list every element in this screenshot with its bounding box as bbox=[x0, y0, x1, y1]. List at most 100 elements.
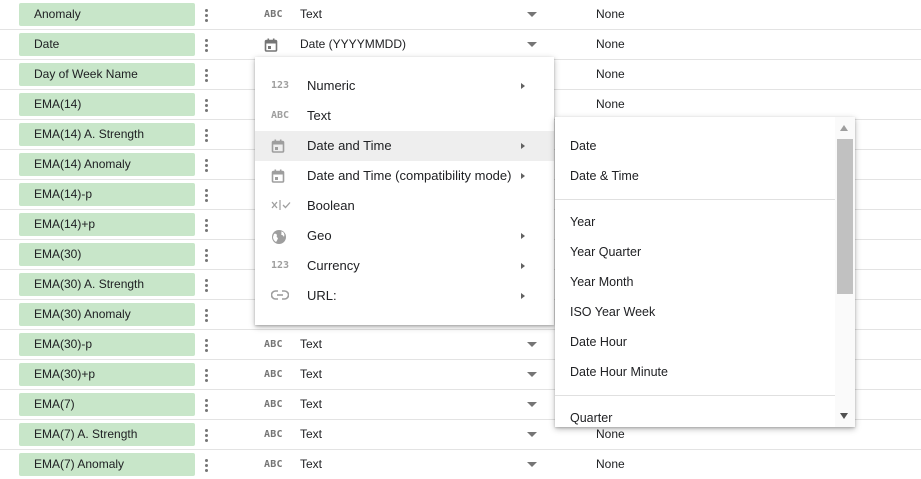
chevron-down-icon[interactable] bbox=[527, 12, 537, 17]
more-vert-icon[interactable] bbox=[199, 155, 213, 175]
more-vert-icon[interactable] bbox=[199, 65, 213, 85]
table-row: Date Date (YYYYMMDD) None bbox=[0, 30, 921, 60]
menu-item-geo[interactable]: Geo bbox=[255, 221, 554, 251]
more-vert-icon[interactable] bbox=[199, 215, 213, 235]
date-format-option[interactable]: Date Hour Minute bbox=[555, 357, 835, 387]
chevron-down-icon[interactable] bbox=[527, 342, 537, 347]
field-type-label[interactable]: Text bbox=[300, 450, 322, 479]
more-vert-icon[interactable] bbox=[199, 455, 213, 475]
submenu-arrow-icon bbox=[521, 293, 525, 299]
field-name-chip[interactable]: EMA(14)-p bbox=[19, 183, 195, 206]
field-type-label[interactable]: Text bbox=[300, 330, 322, 359]
field-name-chip[interactable]: EMA(30) A. Strength bbox=[19, 273, 195, 296]
field-name-chip[interactable]: EMA(7) A. Strength bbox=[19, 423, 195, 446]
menu-divider bbox=[555, 395, 835, 396]
table-row: EMA(7) Anomaly ABC Text None bbox=[0, 450, 921, 479]
field-name-chip[interactable]: EMA(30) bbox=[19, 243, 195, 266]
aggregation-value[interactable]: None bbox=[596, 450, 625, 479]
submenu-scrollbar[interactable] bbox=[835, 117, 855, 427]
menu-item-label: URL: bbox=[307, 288, 337, 303]
date-format-option[interactable]: Year Quarter bbox=[555, 237, 835, 267]
date-format-option[interactable]: Date Hour bbox=[555, 327, 835, 357]
date-format-option[interactable]: Date bbox=[555, 131, 835, 161]
field-type-label[interactable]: Text bbox=[300, 390, 322, 419]
more-vert-icon[interactable] bbox=[199, 395, 213, 415]
scroll-up-icon[interactable] bbox=[840, 125, 848, 131]
link-icon bbox=[271, 289, 293, 303]
field-name-chip[interactable]: Date bbox=[19, 33, 195, 56]
more-vert-icon[interactable] bbox=[199, 335, 213, 355]
calendar-icon bbox=[271, 139, 293, 153]
chevron-down-icon[interactable] bbox=[527, 42, 537, 47]
date-format-list: Date Date & Time Year Year Quarter Year Mont… bbox=[555, 131, 835, 427]
abc-icon: ABC bbox=[264, 429, 283, 440]
menu-divider bbox=[555, 199, 835, 200]
menu-item-label: Boolean bbox=[307, 198, 355, 213]
date-format-option[interactable]: ISO Year Week bbox=[555, 297, 835, 327]
chevron-down-icon[interactable] bbox=[527, 462, 537, 467]
more-vert-icon[interactable] bbox=[199, 365, 213, 385]
aggregation-value[interactable]: None bbox=[596, 90, 625, 119]
field-name-chip[interactable]: EMA(7) bbox=[19, 393, 195, 416]
menu-item-numeric[interactable]: 123 Numeric bbox=[255, 71, 554, 101]
more-vert-icon[interactable] bbox=[199, 35, 213, 55]
field-type-label[interactable]: Text bbox=[300, 420, 322, 449]
submenu-arrow-icon bbox=[521, 83, 525, 89]
menu-item-currency[interactable]: 123 Currency bbox=[255, 251, 554, 281]
field-name-chip[interactable]: EMA(7) Anomaly bbox=[19, 453, 195, 476]
submenu-arrow-icon bbox=[521, 173, 525, 179]
more-vert-icon[interactable] bbox=[199, 425, 213, 445]
aggregation-value[interactable]: None bbox=[596, 30, 625, 59]
menu-item-label: Date and Time (compatibility mode) bbox=[307, 168, 512, 183]
chevron-down-icon[interactable] bbox=[527, 432, 537, 437]
date-format-option[interactable]: Quarter bbox=[555, 403, 835, 427]
field-type-label[interactable]: Text bbox=[300, 360, 322, 389]
field-name-chip[interactable]: EMA(14) Anomaly bbox=[19, 153, 195, 176]
field-name-chip[interactable]: EMA(30)-p bbox=[19, 333, 195, 356]
field-name-chip[interactable]: EMA(14) A. Strength bbox=[19, 123, 195, 146]
globe-icon bbox=[271, 229, 293, 244]
menu-item-label: Currency bbox=[307, 258, 360, 273]
menu-item-date-and-time[interactable]: Date and Time bbox=[255, 131, 554, 161]
more-vert-icon[interactable] bbox=[199, 125, 213, 145]
date-format-option[interactable]: Year bbox=[555, 207, 835, 237]
aggregation-value[interactable]: None bbox=[596, 60, 625, 89]
menu-item-boolean[interactable]: Boolean bbox=[255, 191, 554, 221]
field-list: Anomaly ABC Text None Date Date (YYYYMMDD) Non… bbox=[0, 0, 921, 479]
submenu-arrow-icon bbox=[521, 143, 525, 149]
abc-icon: ABC bbox=[264, 459, 283, 470]
menu-item-label: Geo bbox=[307, 228, 332, 243]
more-vert-icon[interactable] bbox=[199, 275, 213, 295]
menu-item-date-and-time-compatibility-mode[interactable]: Date and Time (compatibility mode) bbox=[255, 161, 554, 191]
aggregation-value[interactable]: None bbox=[596, 0, 625, 29]
calendar-icon bbox=[264, 38, 286, 52]
date-format-option[interactable]: Year Month bbox=[555, 267, 835, 297]
calendar-icon bbox=[271, 169, 293, 183]
more-vert-icon[interactable] bbox=[199, 245, 213, 265]
menu-item-label: Text bbox=[307, 108, 331, 123]
more-vert-icon[interactable] bbox=[199, 5, 213, 25]
scroll-thumb[interactable] bbox=[837, 139, 853, 294]
menu-item-url[interactable]: URL: bbox=[255, 281, 554, 311]
date-time-submenu: Date Date & Time Year Year Quarter Year Mont… bbox=[555, 117, 855, 427]
field-name-chip[interactable]: Anomaly bbox=[19, 3, 195, 26]
chevron-down-icon[interactable] bbox=[527, 372, 537, 377]
more-vert-icon[interactable] bbox=[199, 95, 213, 115]
field-name-chip[interactable]: EMA(30) Anomaly bbox=[19, 303, 195, 326]
field-name-chip[interactable]: EMA(14)+p bbox=[19, 213, 195, 236]
numeric-icon: 123 bbox=[271, 80, 290, 91]
menu-item-text[interactable]: ABC Text bbox=[255, 101, 554, 131]
date-format-option[interactable]: Date & Time bbox=[555, 161, 835, 191]
scroll-down-icon[interactable] bbox=[840, 413, 848, 419]
table-row: Anomaly ABC Text None bbox=[0, 0, 921, 30]
more-vert-icon[interactable] bbox=[199, 305, 213, 325]
field-type-label[interactable]: Date (YYYYMMDD) bbox=[300, 30, 406, 59]
field-name-chip[interactable]: EMA(14) bbox=[19, 93, 195, 116]
field-name-chip[interactable]: EMA(30)+p bbox=[19, 363, 195, 386]
abc-icon: ABC bbox=[264, 339, 283, 350]
more-vert-icon[interactable] bbox=[199, 185, 213, 205]
chevron-down-icon[interactable] bbox=[527, 402, 537, 407]
currency-icon: 123 bbox=[271, 260, 290, 271]
field-name-chip[interactable]: Day of Week Name bbox=[19, 63, 195, 86]
field-type-label[interactable]: Text bbox=[300, 0, 322, 29]
